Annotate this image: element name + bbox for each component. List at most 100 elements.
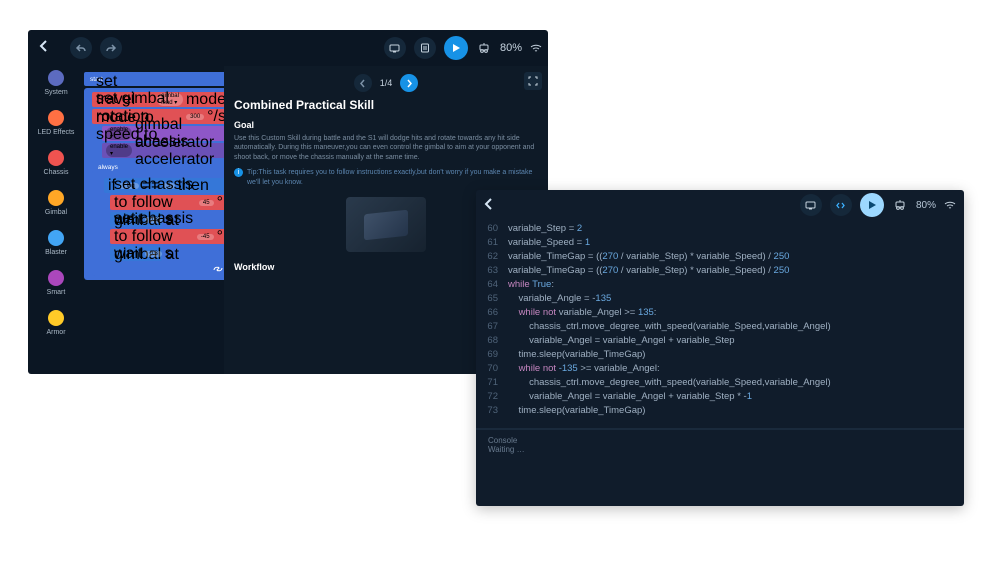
redo-button[interactable] [100,37,122,59]
code-line[interactable]: 62variable_TimeGap = ((270 / variable_St… [476,250,964,264]
code-line[interactable]: 73 time.sleep(variable_TimeGap) [476,404,964,418]
code-text: chassis_ctrl.move_degree_with_speed(vari… [508,320,831,334]
goal-text: Use this Custom Skill during battle and … [234,134,538,162]
back-button[interactable] [34,39,54,57]
code-line[interactable]: 64while True: [476,278,964,292]
block-canvas[interactable]: start set travel mode to gimbal lead ▾ m… [84,66,224,374]
robot-icon [476,43,492,53]
code-line[interactable]: 72 variable_Angel = variable_Angel + var… [476,390,964,404]
fullscreen-button[interactable] [524,72,542,90]
block-enable-chassis[interactable]: enable ▾ chassis accelerator [102,143,230,158]
code-text: variable_Angel = variable_Angel + variab… [508,334,735,348]
chevron-left-icon [39,40,49,52]
play-icon [453,44,460,52]
code-text: variable_TimeGap = ((270 / variable_Step… [508,264,789,278]
clipboard-icon [420,43,430,53]
code-text: variable_Step = 2 [508,222,582,236]
code-text: while True: [508,278,554,292]
sidebar-item-label: Chassis [44,169,69,176]
robot-icon [892,200,908,210]
sidebar-item-gimbal[interactable]: Gimbal [45,190,67,216]
line-number: 65 [476,292,508,306]
sidebar-item-chassis[interactable]: Chassis [44,150,69,176]
code-back-button[interactable] [484,198,502,213]
category-icon [48,150,64,166]
block-stack[interactable]: start set travel mode to gimbal lead ▾ m… [84,72,234,280]
robot-image [346,197,426,252]
sidebar-item-armor[interactable]: Armor [46,310,65,336]
block-follow-gimbal-neg45[interactable]: set chassis to follow gimbal at -45 ° [110,229,227,244]
code-monitor-button[interactable] [800,194,822,216]
sidebar-item-label: Armor [46,329,65,336]
code-text: chassis_ctrl.move_degree_with_speed(vari… [508,376,831,390]
code-text: variable_TimeGap = ((270 / variable_Step… [508,250,789,264]
history-buttons [70,37,122,59]
code-text: time.sleep(variable_TimeGap) [508,348,645,362]
code-line[interactable]: 61variable_Speed = 1 [476,236,964,250]
fullscreen-icon [528,76,538,86]
sidebar-item-label: Smart [47,289,66,296]
line-number: 68 [476,334,508,348]
code-line[interactable]: 65 variable_Angle = -135 [476,292,964,306]
sidebar-item-label: LED Effects [38,129,75,136]
code-line[interactable]: 66 while not variable_Angel >= 135: [476,306,964,320]
line-number: 63 [476,264,508,278]
code-line[interactable]: 71 chassis_ctrl.move_degree_with_speed(v… [476,376,964,390]
line-number: 73 [476,404,508,418]
battery-level: 80% [500,42,522,54]
category-icon [48,270,64,286]
code-switch-button[interactable] [830,194,852,216]
line-number: 67 [476,320,508,334]
category-sidebar: System LED Effects Chassis Gimbal Blaster Sma… [28,66,84,374]
sidebar-item-smart[interactable]: Smart [47,270,66,296]
category-icon [48,230,64,246]
code-line[interactable]: 63variable_TimeGap = ((270 / variable_St… [476,264,964,278]
line-number: 70 [476,362,508,376]
next-page-button[interactable] [400,74,418,92]
loop-icon [213,265,223,273]
code-editor-window: 80% 60variable_Step = 261variable_Speed … [476,190,964,506]
info-icon: i [234,168,243,177]
topbar-right: 80% [384,36,542,60]
undo-button[interactable] [70,37,92,59]
code-text: variable_Speed = 1 [508,236,590,250]
code-run-button[interactable] [860,193,884,217]
tutorial-pager: 1/4 [234,74,538,92]
code-editor-topbar: 80% [476,190,964,220]
code-line[interactable]: 70 while not -135 >= variable_Angel: [476,362,964,376]
monitor-button[interactable] [384,37,406,59]
save-button[interactable] [414,37,436,59]
block-body[interactable]: set travel mode to gimbal lead ▾ mode se… [84,88,234,280]
tutorial-title: Combined Practical Skill [234,98,538,112]
code-text: variable_Angle = -135 [508,292,611,306]
sidebar-item-blaster[interactable]: Blaster [45,230,67,256]
console-panel: Console Waiting … [476,428,964,460]
console-label: Console [488,436,952,445]
code-line[interactable]: 67 chassis_ctrl.move_degree_with_speed(v… [476,320,964,334]
redo-icon [105,43,117,53]
line-number: 64 [476,278,508,292]
code-line[interactable]: 68 variable_Angel = variable_Angel + var… [476,334,964,348]
code-text: variable_Angel = variable_Angel + variab… [508,390,752,404]
category-icon [48,70,64,86]
wifi-icon [944,201,956,210]
chevron-left-icon [484,198,494,210]
page-indicator: 1/4 [380,78,393,88]
code-area[interactable]: 60variable_Step = 261variable_Speed = 16… [476,220,964,418]
code-topbar-right: 80% [800,193,956,217]
line-number: 62 [476,250,508,264]
sidebar-item-label: Blaster [45,249,67,256]
monitor-icon [389,44,400,53]
block-follow-gimbal-45[interactable]: set chassis to follow gimbal at 45 ° [110,195,227,210]
line-number: 61 [476,236,508,250]
code-line[interactable]: 69 time.sleep(variable_TimeGap) [476,348,964,362]
run-button[interactable] [444,36,468,60]
undo-icon [75,43,87,53]
sidebar-item-system[interactable]: System [44,70,67,96]
sidebar-item-led-effects[interactable]: LED Effects [38,110,75,136]
category-icon [48,190,64,206]
code-line[interactable]: 60variable_Step = 2 [476,222,964,236]
monitor-icon [805,201,816,210]
block-editor-window: 80% System LED Effects Chassis Gimbal Blaste… [28,30,548,374]
prev-page-button[interactable] [354,74,372,92]
